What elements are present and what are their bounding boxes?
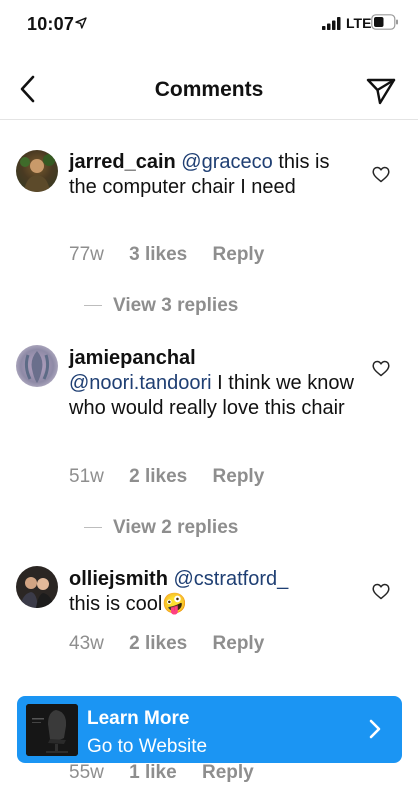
likes-count[interactable]: 2 likes	[129, 466, 187, 487]
comment-username[interactable]: olliejsmith	[69, 568, 168, 590]
ad-title: Learn More	[87, 708, 190, 729]
header: Comments	[0, 60, 418, 120]
replies-divider	[84, 527, 102, 529]
location-arrow-icon	[75, 17, 87, 29]
avatar-photo-icon	[20, 154, 55, 192]
comment-age: 51w	[69, 466, 104, 487]
view-replies-label: View 2 replies	[113, 517, 239, 538]
comment-age: 77w	[69, 244, 104, 265]
comment-text: olliejsmith @cstratford_ this is cool🤪	[69, 567, 359, 617]
comment-mention[interactable]: @cstratford_	[173, 568, 288, 590]
comment-meta: 43w 2 likes Reply	[69, 633, 284, 655]
view-replies-button[interactable]: View 2 replies	[84, 517, 238, 539]
replies-divider	[84, 305, 102, 307]
page-title: Comments	[154, 78, 264, 101]
avatar[interactable]	[16, 566, 58, 608]
status-bar: 10:07 LTE	[0, 0, 418, 50]
comment-age: 43w	[69, 633, 104, 654]
likes-count[interactable]: 2 likes	[129, 633, 187, 654]
view-replies-label: View 3 replies	[113, 295, 239, 316]
status-time: 10:07	[27, 14, 75, 34]
avatar[interactable]	[16, 150, 58, 192]
comment-meta: 77w 3 likes Reply	[69, 244, 284, 266]
comment-mention[interactable]: @graceco	[181, 151, 272, 173]
battery-icon	[371, 14, 398, 30]
zany-face-emoji: 🤪	[162, 593, 188, 615]
heart-icon[interactable]	[372, 360, 390, 377]
ad-thumbnail	[26, 704, 78, 756]
comment-text: jarred_cain @graceco this is the compute…	[69, 150, 359, 200]
likes-count[interactable]: 3 likes	[129, 244, 187, 265]
chevron-right-icon	[369, 719, 381, 739]
reply-button[interactable]: Reply	[202, 762, 254, 783]
paper-plane-icon	[366, 78, 396, 105]
comment-text: jamiepanchal @noori.tandoori I think we …	[69, 346, 357, 421]
comment-meta: 51w 2 likes Reply	[69, 466, 284, 488]
heart-icon[interactable]	[372, 583, 390, 600]
signal-bars-icon	[322, 17, 341, 30]
comment-mention[interactable]: @noori.tandoori	[69, 372, 212, 394]
reply-button[interactable]: Reply	[213, 244, 265, 265]
comment-age: 55w	[69, 762, 104, 783]
view-replies-button[interactable]: View 3 replies	[84, 295, 238, 317]
likes-count[interactable]: 1 like	[129, 762, 177, 783]
comment-meta: 55w 1 like Reply	[69, 762, 274, 784]
avatar[interactable]	[16, 345, 58, 387]
header-divider	[0, 119, 418, 120]
avatar-photo-icon	[20, 577, 54, 608]
chair-image-icon	[26, 704, 78, 756]
learn-more-banner[interactable]: Learn More Go to Website	[17, 696, 402, 763]
comment-username[interactable]: jarred_cain	[69, 151, 176, 173]
share-button[interactable]	[364, 74, 398, 108]
heart-icon[interactable]	[372, 166, 390, 183]
network-label: LTE	[346, 15, 372, 31]
ad-subtitle: Go to Website	[87, 736, 208, 757]
comment-message: this is cool	[69, 593, 163, 615]
comment-username[interactable]: jamiepanchal	[69, 347, 196, 369]
reply-button[interactable]: Reply	[213, 633, 265, 654]
reply-button[interactable]: Reply	[213, 466, 265, 487]
avatar-photo-icon	[24, 351, 50, 383]
